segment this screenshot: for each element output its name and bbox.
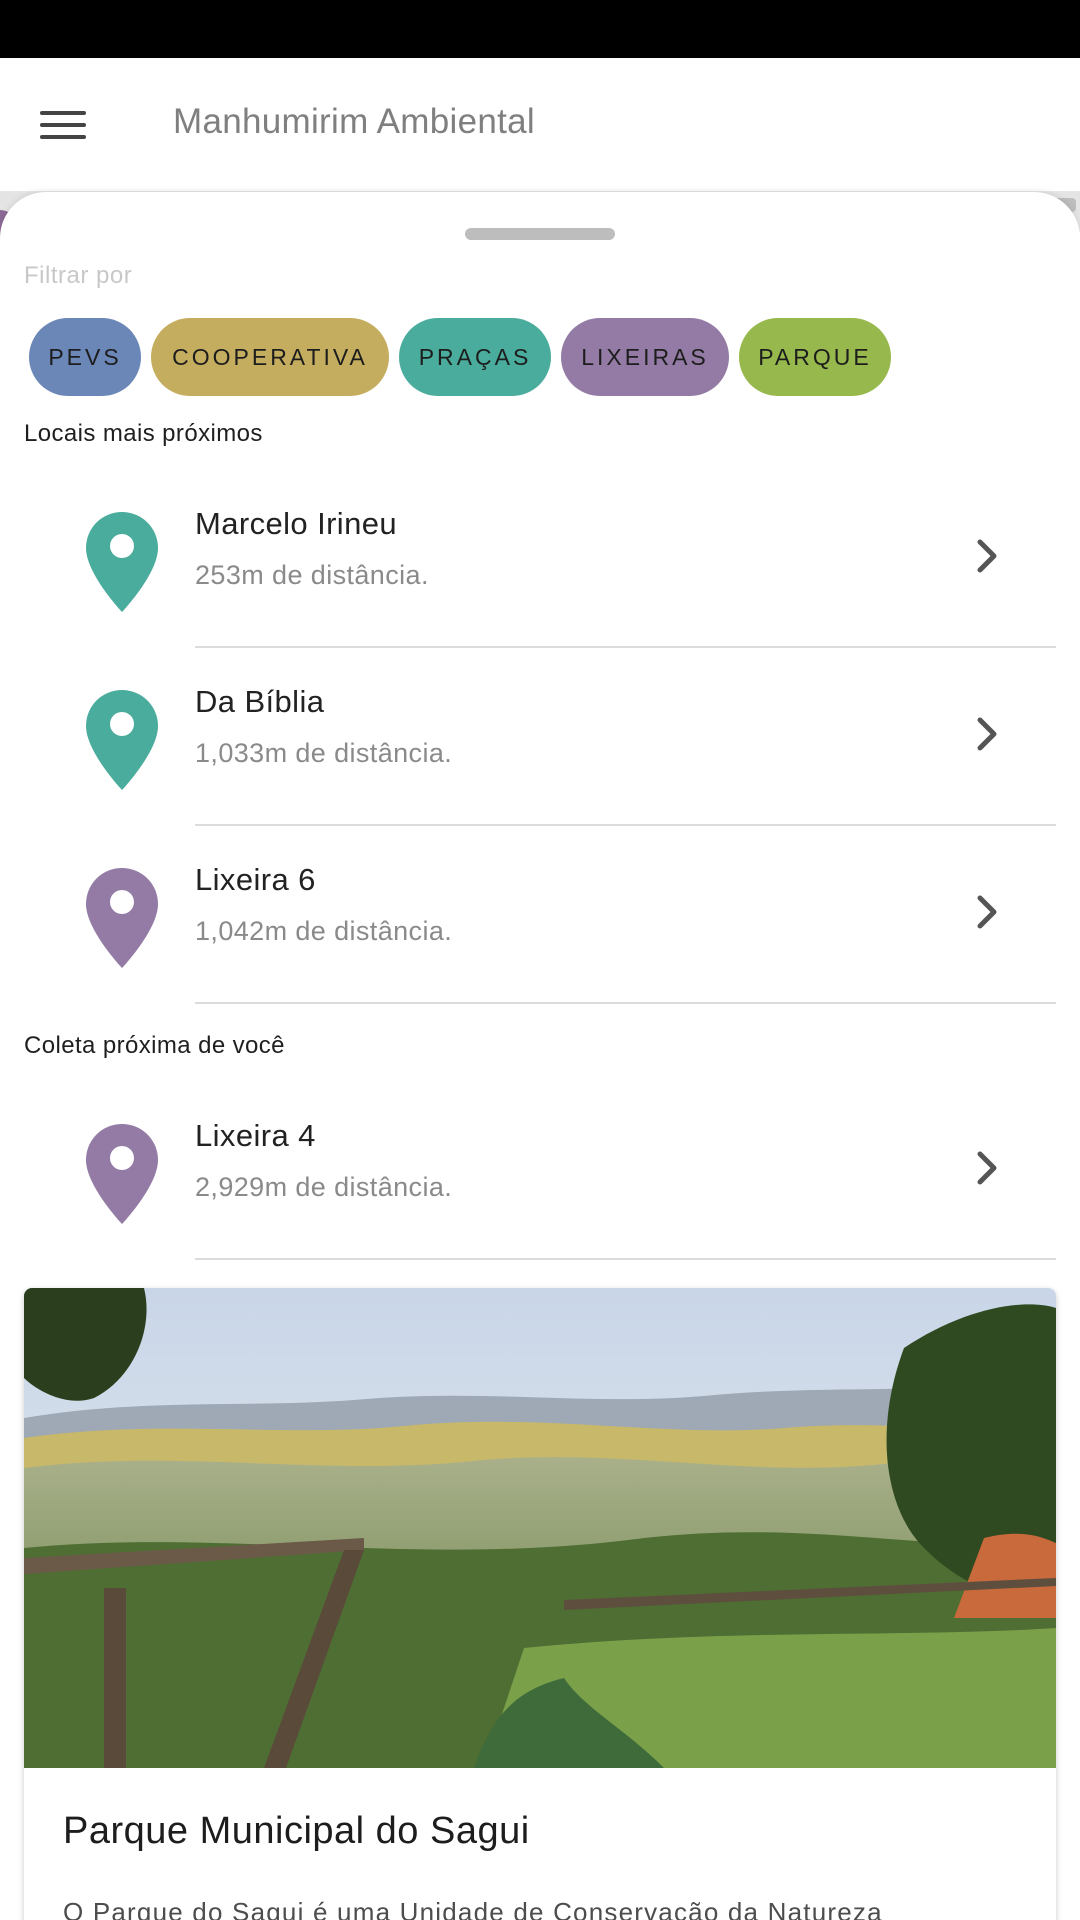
map-pin-icon [86,868,158,968]
filter-chip-pevs[interactable]: PEVS [29,318,141,396]
chevron-right-icon [977,717,997,751]
place-distance: 1,033m de distância. [195,738,453,768]
list-item[interactable]: Marcelo Irineu 253m de distância. [0,470,1080,648]
place-distance: 1,042m de distância. [195,916,453,946]
filter-label: Filtrar por [24,262,133,289]
status-bar [0,0,1080,58]
drag-handle[interactable] [465,228,615,240]
menu-icon[interactable] [40,98,94,152]
park-photo [24,1288,1056,1768]
map-pin-icon [86,690,158,790]
map-pin-icon [86,1124,158,1224]
place-name: Da Bíblia [195,684,325,719]
place-distance: 2,929m de distância. [195,1172,453,1202]
chevron-right-icon [977,895,997,929]
park-description: O Parque do Sagui é uma Unidade de Conse… [63,1897,883,1920]
filter-chip-lixeiras[interactable]: LIXEIRAS [561,318,729,396]
divider [195,1258,1056,1260]
divider [195,1002,1056,1004]
filter-chip-cooperativa[interactable]: COOPERATIVA [151,318,389,396]
map-pin-icon [86,512,158,612]
list-item[interactable]: Lixeira 6 1,042m de distância. [0,826,1080,1004]
filter-chip-parque[interactable]: PARQUE [739,318,891,396]
list-item[interactable]: Da Bíblia 1,033m de distância. [0,648,1080,826]
nearest-places-heading: Locais mais próximos [24,420,263,447]
filter-chips: PEVS COOPERATIVA PRAÇAS LIXEIRAS PARQUE [29,318,891,396]
bottom-sheet: Filtrar por PEVS COOPERATIVA PRAÇAS LIXE… [0,192,1080,1920]
filter-chip-pracas[interactable]: PRAÇAS [399,318,551,396]
park-card[interactable]: Parque Municipal do Sagui O Parque do Sa… [24,1288,1056,1920]
nearby-collection-heading: Coleta próxima de você [24,1032,285,1059]
app-title: Manhumirim Ambiental [173,102,535,141]
place-name: Marcelo Irineu [195,506,398,541]
chevron-right-icon [977,1151,997,1185]
place-name: Lixeira 4 [195,1118,316,1153]
app-bar: Manhumirim Ambiental [0,58,1080,192]
chevron-right-icon [977,539,997,573]
list-item[interactable]: Lixeira 4 2,929m de distância. [0,1082,1080,1260]
place-distance: 253m de distância. [195,560,429,590]
place-name: Lixeira 6 [195,862,316,897]
park-title: Parque Municipal do Sagui [63,1810,530,1852]
